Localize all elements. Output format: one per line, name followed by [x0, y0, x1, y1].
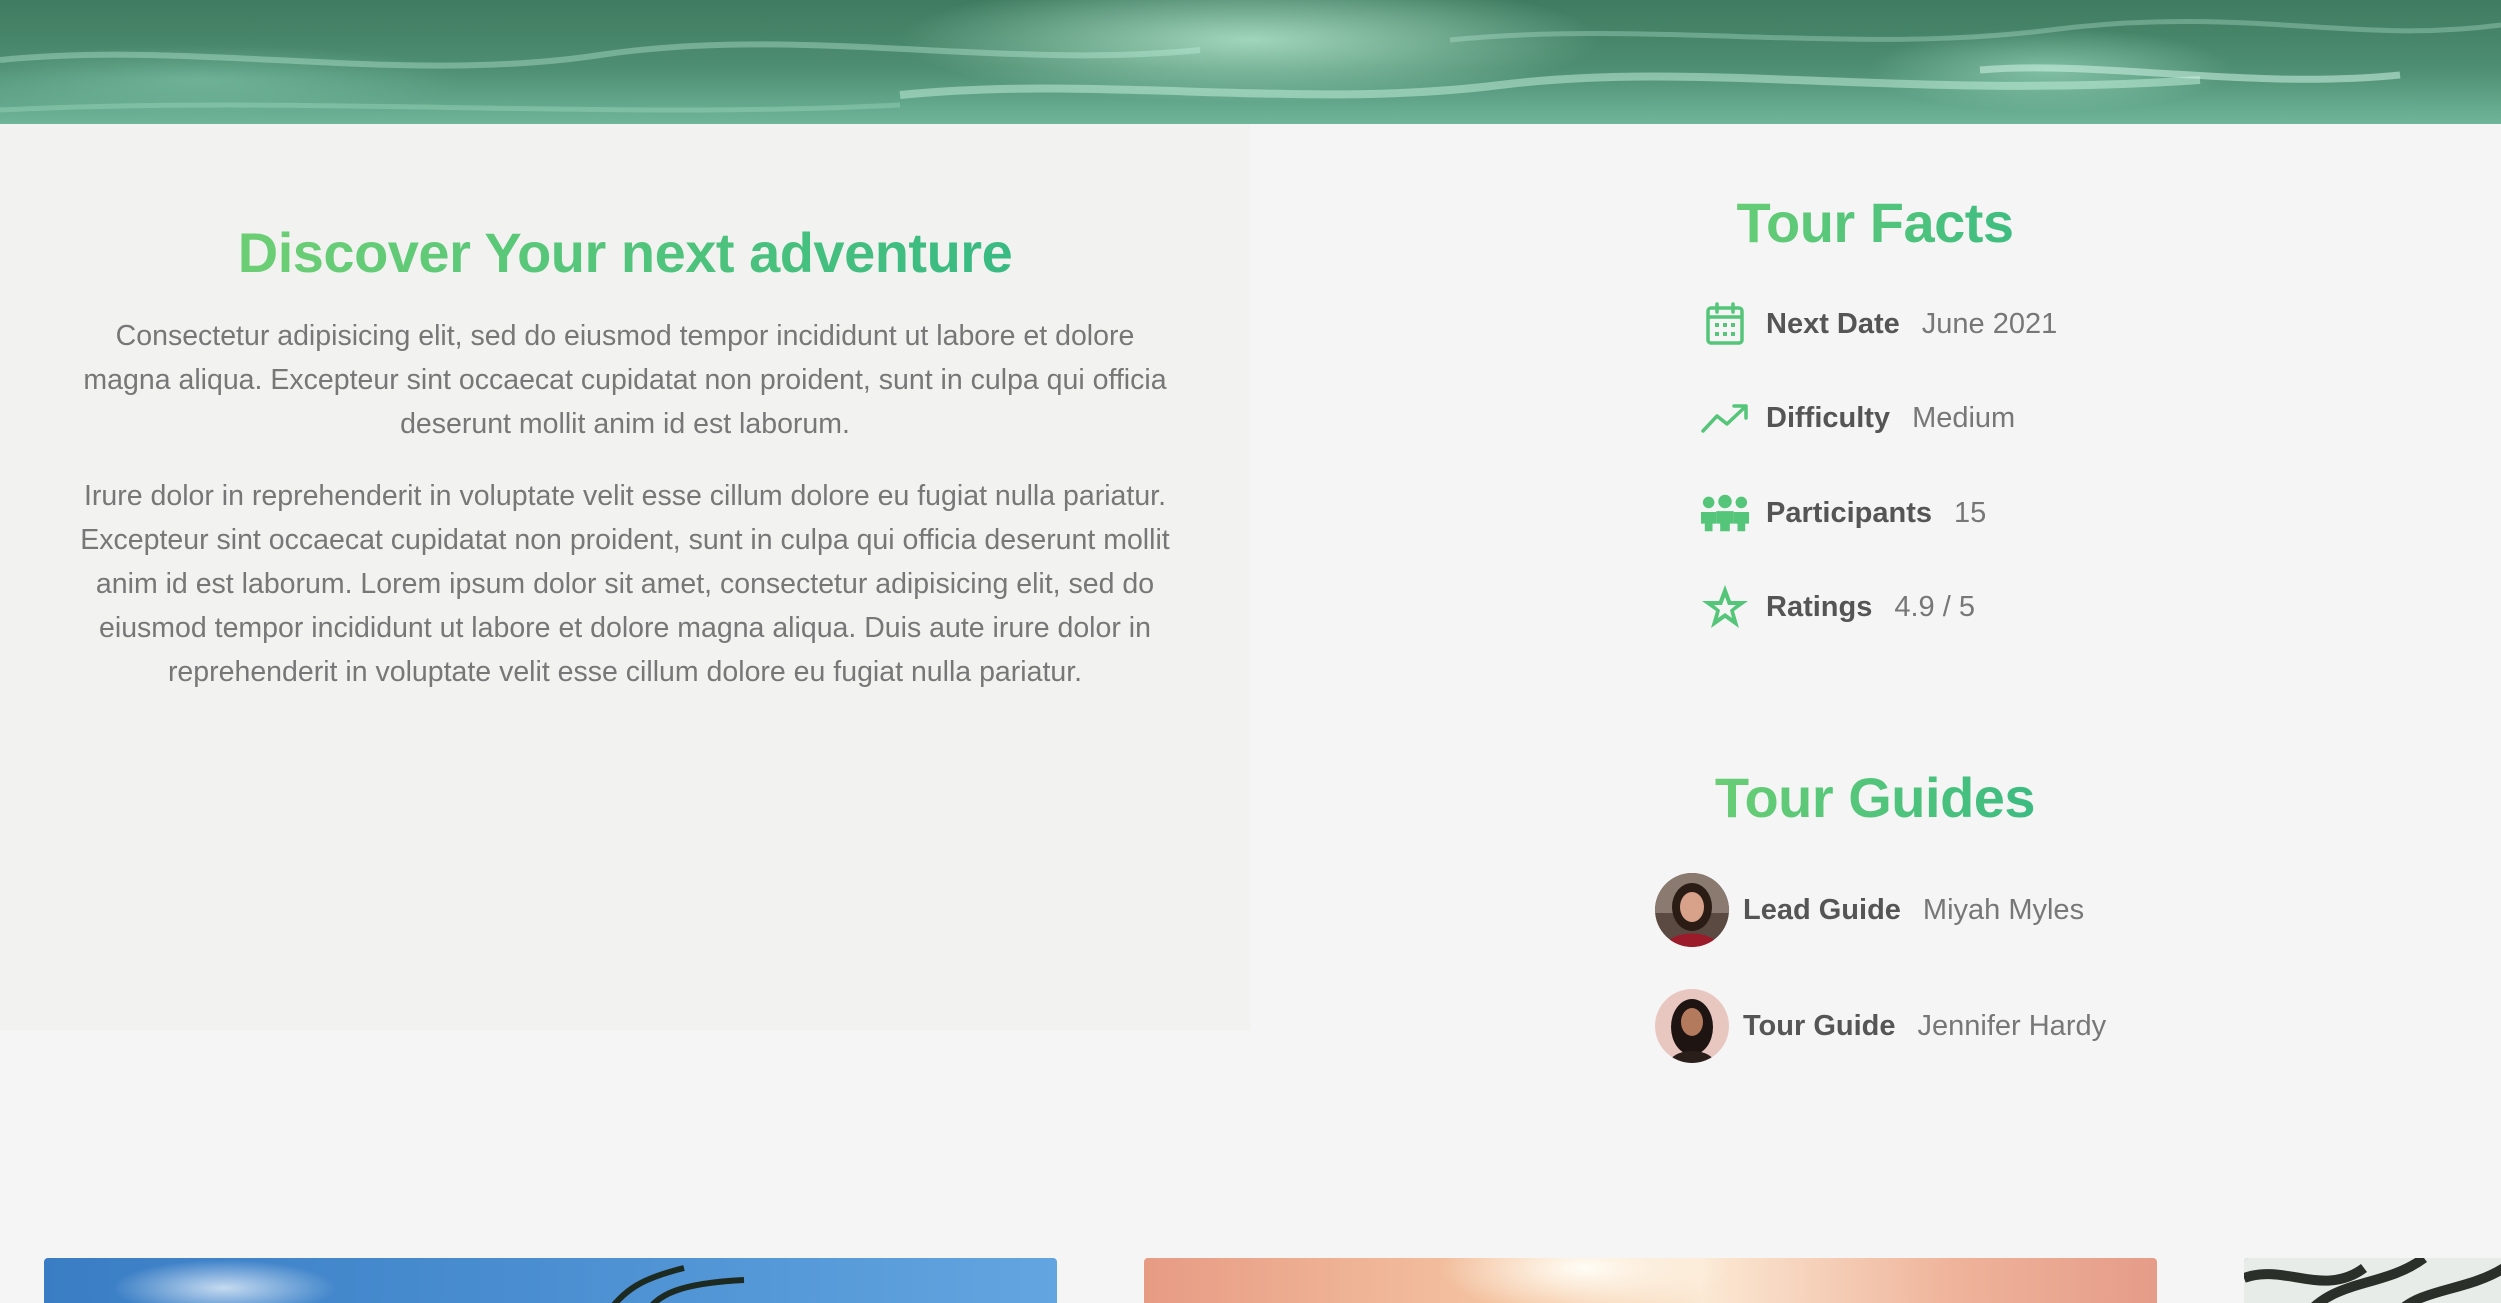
fact-value: 15 [1954, 496, 1987, 529]
gallery-image-2 [1144, 1258, 2157, 1303]
description-paragraph-2: Irure dolor in reprehenderit in voluptat… [80, 480, 1170, 688]
avatar [1655, 873, 1729, 947]
calendar-icon [1700, 299, 1750, 349]
description-paragraph-1: Consectetur adipisicing elit, sed do eiu… [83, 320, 1167, 440]
guide-role: Lead Guide [1743, 893, 1901, 926]
gallery-image-1 [44, 1258, 1057, 1303]
fact-value: Medium [1912, 401, 2016, 434]
group-icon [1700, 488, 1750, 538]
avatar [1655, 989, 1729, 1063]
fact-participants: Participants 15 [1700, 488, 1986, 538]
hero-image [0, 0, 2501, 124]
guide-lead: Lead Guide Miyah Myles [1655, 872, 2084, 948]
fact-ratings: Ratings 4.9 / 5 [1700, 582, 1975, 632]
guide-tour: Tour Guide Jennifer Hardy [1655, 988, 2106, 1064]
trending-up-icon [1700, 393, 1750, 443]
description-heading: Discover Your next adventure [0, 220, 1250, 285]
star-icon [1700, 582, 1750, 632]
tour-guides-heading: Tour Guides [1575, 765, 2175, 830]
tour-facts-heading: Tour Facts [1575, 190, 2175, 255]
guide-name: Jennifer Hardy [1917, 1009, 2107, 1042]
fact-label: Difficulty [1766, 401, 1891, 434]
guide-name: Miyah Myles [1922, 893, 2085, 926]
fact-next-date: Next Date June 2021 [1700, 299, 2057, 349]
fact-label: Ratings [1766, 590, 1873, 623]
fact-label: Next Date [1766, 307, 1900, 340]
fact-label: Participants [1766, 496, 1932, 529]
gallery-image-3 [2244, 1258, 2501, 1303]
fact-value: 4.9 / 5 [1894, 590, 1975, 623]
fact-difficulty: Difficulty Medium [1700, 393, 2015, 443]
guide-role: Tour Guide [1743, 1009, 1896, 1042]
wave-texture [0, 19, 2501, 113]
fact-value: June 2021 [1921, 307, 2058, 340]
